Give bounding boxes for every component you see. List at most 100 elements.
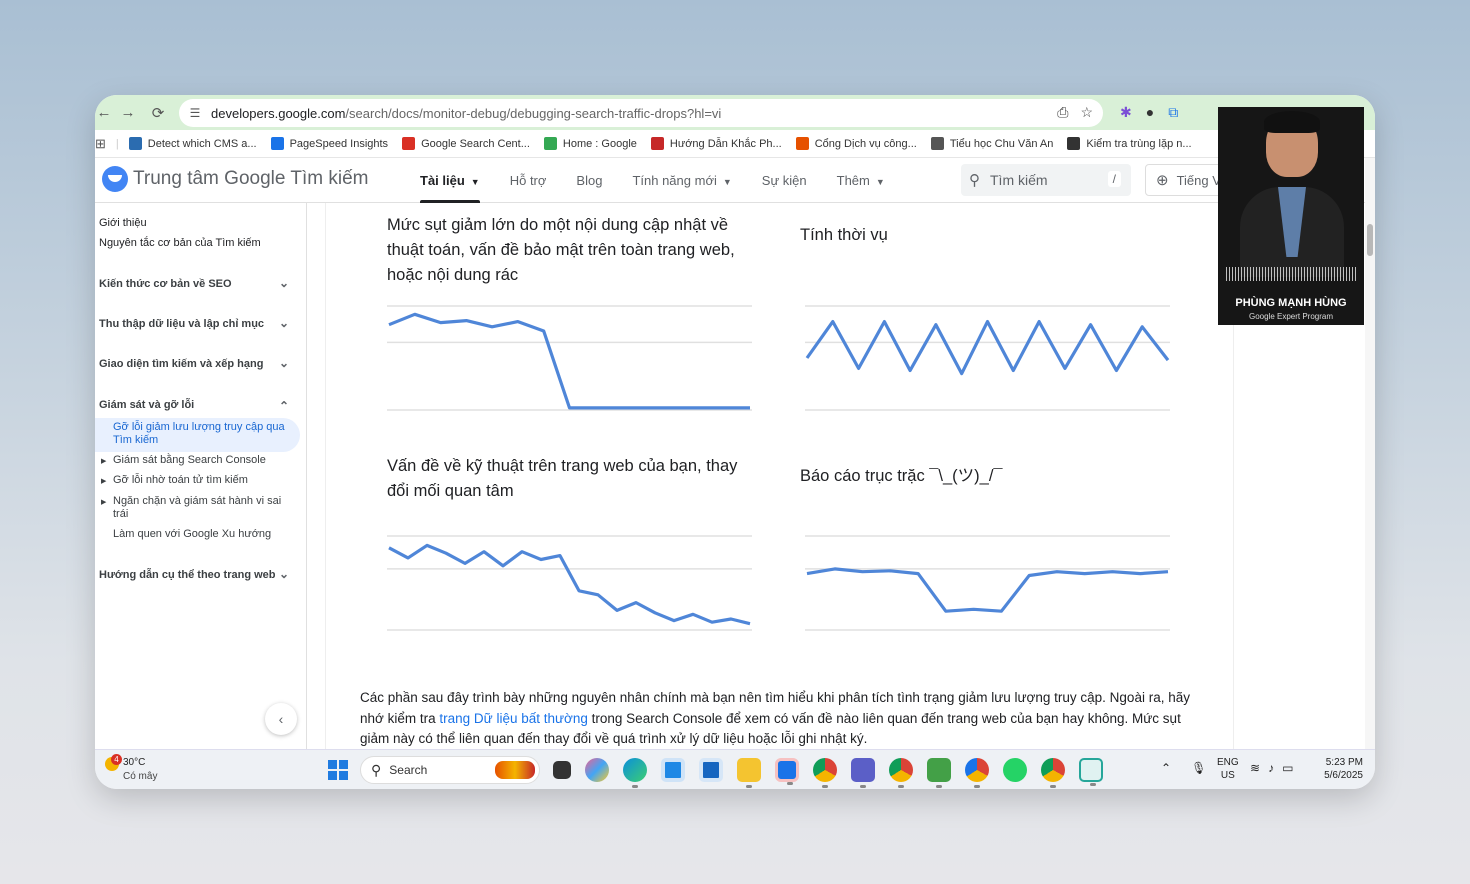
sidebar-subitem[interactable]: Giám sát bằng Search Console — [113, 454, 293, 467]
site-search-input[interactable]: ⚲ Tìm kiếm / — [961, 164, 1131, 196]
back-icon[interactable]: ← — [95, 104, 113, 121]
nav-tab[interactable]: Hỗ trợ — [510, 158, 547, 203]
sidebar-item-fundamentals[interactable]: Nguyên tắc cơ bản của Tìm kiếm — [99, 237, 299, 249]
expand-arrow-icon[interactable]: ▶ — [101, 457, 106, 465]
presenter-name: PHÙNG MẠNH HÙNG — [1235, 297, 1347, 309]
bookmark-item[interactable]: Hướng Dẫn Khắc Ph... — [650, 137, 782, 150]
extension-gear-icon[interactable]: ✱ — [1120, 104, 1132, 121]
microphone-icon[interactable]: 🎙 — [1191, 761, 1206, 775]
bookmark-label: Home : Google — [562, 137, 637, 150]
taskview-icon[interactable] — [553, 761, 571, 779]
taskbar-clock[interactable]: 5:23 PM 5/6/2025 — [1313, 756, 1363, 782]
sidebar-subitem[interactable]: Ngăn chặn và giám sát hành vi sai trái — [113, 495, 283, 521]
chrome-icon[interactable] — [813, 758, 837, 788]
sidebar-item-active[interactable]: Gỡ lỗi giảm lưu lượng truy cập qua Tìm k… — [95, 418, 300, 452]
sidebar-item-intro[interactable]: Giới thiệu — [99, 217, 299, 229]
site-title[interactable]: Trung tâm Google Tìm kiếm — [133, 168, 368, 190]
collapse-sidebar-button[interactable]: ‹ — [265, 703, 297, 735]
google-developers-logo-icon[interactable] — [102, 166, 128, 192]
apps-grid-icon[interactable]: ⊞ — [95, 136, 106, 152]
sidebar-section-site-specific[interactable]: Hướng dẫn cụ thể theo trang web ⌄ — [99, 567, 299, 581]
snipping-tool-icon[interactable] — [1079, 758, 1103, 786]
chart-series-line — [388, 312, 750, 410]
bookmark-item[interactable]: Cổng Dịch vụ công... — [795, 137, 917, 150]
expand-arrow-icon[interactable]: ▶ — [101, 498, 106, 506]
bookmark-item[interactable]: Google Search Cent... — [402, 137, 530, 150]
sidebar-section-label: Giám sát và gỡ lỗi — [99, 399, 195, 411]
bookmark-item[interactable]: PageSpeed Insights — [270, 137, 388, 150]
weather-desc: Có mây — [123, 771, 158, 782]
clock-time: 5:23 PM — [1325, 757, 1363, 768]
windows-taskbar: 4 30°C Có mây ⚲ Search ⌃ 🎙 ENG US ≋ ♪ ▭ … — [95, 749, 1375, 789]
image-viewer-icon[interactable] — [927, 758, 951, 788]
reload-icon[interactable]: ⟳ — [143, 104, 173, 122]
bookmark-label: Tiểu học Chu Văn An — [949, 137, 1054, 150]
extension-person-icon[interactable]: ● — [1146, 104, 1154, 121]
window-app-icon[interactable] — [699, 758, 723, 782]
nav-tab[interactable]: Thêm ▼ — [837, 158, 885, 203]
sidebar-section-seo-basics[interactable]: Kiến thức cơ bản về SEO ⌄ — [99, 276, 299, 290]
forward-icon[interactable]: → — [113, 104, 143, 121]
chevron-down-icon: ⌄ — [278, 567, 289, 581]
top-nav: Tài liệu ▼ Hỗ trợ Blog Tính năng mới ▼ Sự kiện… — [420, 158, 915, 203]
sidebar-subitem[interactable]: Gỡ lỗi nhờ toán tử tìm kiếm — [113, 474, 293, 487]
sidebar-section-crawling[interactable]: Thu thập dữ liệu và lập chỉ mục ⌄ — [99, 316, 299, 330]
nav-tab[interactable]: Tài liệu ▼ — [420, 158, 480, 203]
copilot-icon[interactable] — [585, 758, 609, 782]
expand-arrow-icon[interactable]: ▶ — [101, 477, 106, 485]
search-placeholder: Tìm kiếm — [990, 172, 1048, 188]
remote-desktop-icon[interactable] — [661, 758, 685, 782]
chevron-down-icon: ⌄ — [278, 276, 289, 290]
bookmark-item[interactable]: Detect which CMS a... — [128, 137, 257, 150]
teams-icon[interactable] — [851, 758, 875, 788]
bookmark-item[interactable]: Tiểu học Chu Văn An — [930, 137, 1054, 150]
extension-translate-icon[interactable]: ⧉ — [1168, 104, 1178, 121]
windows-start-icon[interactable] — [328, 760, 348, 780]
chart-title-technical-issues: Vấn đề về kỹ thuật trên trang web của bạ… — [387, 457, 738, 500]
chart-technical-issues — [387, 535, 752, 631]
scrollbar-thumb[interactable] — [1367, 224, 1373, 256]
chrome-other-icon[interactable] — [1041, 758, 1065, 788]
nav-tab[interactable]: Blog — [576, 158, 602, 203]
sidebar-section-appearance[interactable]: Giao diện tìm kiếm và xếp hạng ⌄ — [99, 356, 299, 370]
install-app-icon[interactable]: ⎙ — [1057, 104, 1068, 121]
bookmark-favicon-icon — [930, 137, 944, 150]
file-explorer-icon[interactable] — [737, 758, 761, 788]
chevron-up-icon: ⌃ — [278, 399, 289, 413]
nav-tab-label: Hỗ trợ — [509, 173, 547, 188]
main-content: Mức sụt giảm lớn do một nội dung cập nhậ… — [308, 203, 1233, 749]
nav-tab-label: Sự kiện — [761, 173, 807, 188]
chart-reporting-glitch — [805, 535, 1170, 631]
sidebar-section-monitoring[interactable]: Giám sát và gỡ lỗi ⌃ — [99, 399, 299, 413]
taskbar-search[interactable]: ⚲ Search — [360, 756, 540, 784]
zalo-icon[interactable] — [775, 758, 799, 785]
bookmark-star-icon[interactable]: ☆ — [1080, 104, 1093, 121]
tray-overflow-icon[interactable]: ⌃ — [1161, 761, 1171, 775]
status-icons[interactable]: ≋ ♪ ▭ — [1250, 761, 1293, 775]
chrome-profile-icon[interactable] — [889, 758, 913, 788]
audio-waveform — [1226, 267, 1356, 281]
whatsapp-icon[interactable] — [1003, 758, 1027, 782]
edge-icon[interactable] — [623, 758, 647, 788]
chart-series-line — [806, 567, 1169, 613]
nav-tab[interactable]: Sự kiện — [762, 158, 807, 203]
body-paragraph: Các phần sau đây trình bày những nguyên … — [360, 688, 1190, 749]
sidebar-subitem[interactable]: Làm quen với Google Xu hướng — [113, 528, 293, 541]
site-info-icon[interactable]: ☰ — [179, 106, 211, 120]
bookmark-item[interactable]: Kiểm tra trùng lặp n... — [1067, 137, 1192, 150]
sidebar-active-label: Gỡ lỗi giảm lưu lượng truy cập qua Tìm k… — [113, 421, 285, 446]
page-scrollbar[interactable] — [1365, 158, 1375, 749]
volume-icon: ♪ — [1268, 761, 1275, 775]
chart-title-algorithm-drop: Mức sụt giảm lớn do một nội dung cập nhậ… — [387, 216, 735, 284]
nav-tab-label: Thêm — [836, 173, 870, 188]
chrome-alt-icon[interactable] — [965, 758, 989, 788]
bookmark-label: Kiểm tra trùng lặp n... — [1086, 137, 1192, 150]
url-bar[interactable]: ☰ developers.google.com/search/docs/moni… — [179, 99, 1103, 127]
bookmark-item[interactable]: Home : Google — [543, 137, 637, 150]
bookmark-label: Hướng Dẫn Khắc Ph... — [669, 137, 782, 150]
bookmark-favicon-icon — [128, 137, 142, 150]
input-language[interactable]: ENG US — [1217, 756, 1239, 782]
nav-tab[interactable]: Tính năng mới ▼ — [632, 158, 731, 203]
right-toc-area — [1233, 325, 1375, 749]
anomalies-page-link[interactable]: trang Dữ liệu bất thường — [439, 711, 588, 726]
